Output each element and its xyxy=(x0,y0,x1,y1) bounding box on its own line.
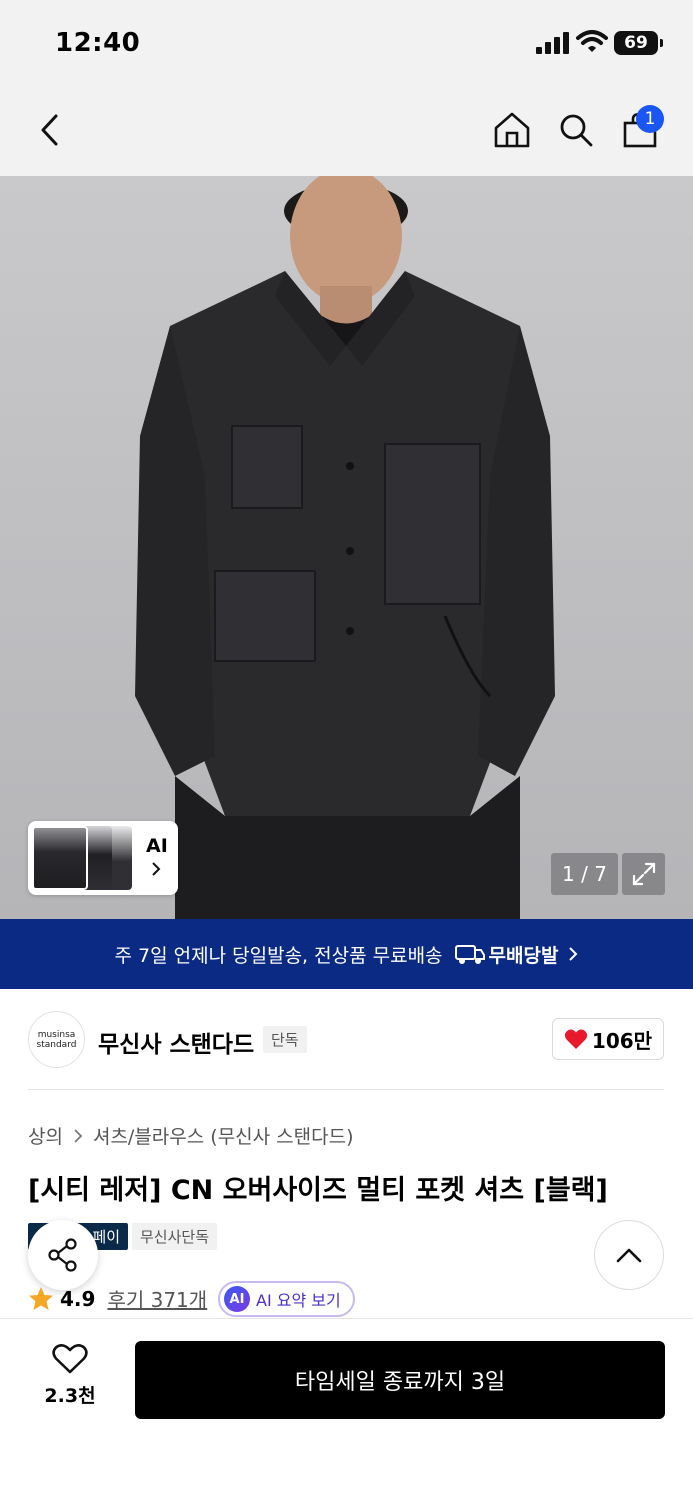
delivery-truck-icon xyxy=(454,945,485,964)
home-button[interactable] xyxy=(490,108,534,152)
chevron-left-icon xyxy=(41,114,58,146)
breadcrumb-item-category[interactable]: 상의 xyxy=(28,1122,63,1149)
reviews-link[interactable]: 후기 371개 xyxy=(107,1284,207,1313)
chevron-up-icon xyxy=(616,1248,642,1263)
delivery-promo-banner[interactable]: 주 7일 언제나 당일발송, 전상품 무료배송 무배당발 xyxy=(0,919,693,989)
bottom-action-bar: 2.3천 타임세일 종료까지 3일 xyxy=(0,1318,693,1500)
product-title: [시티 레저] CN 오버사이즈 멀티 포켓 셔츠 [블랙] xyxy=(28,1175,608,1206)
image-counter: 1 / 7 xyxy=(551,853,618,895)
chevron-right-icon xyxy=(569,947,578,961)
battery-indicator: 69 xyxy=(614,31,663,55)
cart-count-badge: 1 xyxy=(636,105,664,133)
chevron-right-icon xyxy=(152,862,161,876)
brand-like-button[interactable]: 106만 xyxy=(552,1018,664,1060)
breadcrumb-item-subcategory[interactable]: 셔츠/블라우스 (무신사 스탠다드) xyxy=(93,1122,354,1149)
share-icon xyxy=(48,1238,77,1272)
exclusive-badge: 단독 xyxy=(263,1026,307,1053)
ai-badge-icon: AI xyxy=(224,1286,250,1312)
chevron-right-icon xyxy=(74,1128,83,1143)
share-button[interactable] xyxy=(28,1220,98,1290)
rating-score: 4.9 xyxy=(60,1286,96,1311)
wifi-icon xyxy=(576,30,608,52)
fullscreen-button[interactable] xyxy=(622,853,665,895)
rating-row: 4.9 후기 371개 xyxy=(28,1284,207,1313)
scroll-to-top-button[interactable] xyxy=(594,1220,664,1290)
top-nav-bar: 1 xyxy=(0,88,693,176)
search-button[interactable] xyxy=(554,108,598,152)
free-delivery-label: 무배당발 xyxy=(488,944,559,967)
back-button[interactable] xyxy=(30,108,70,152)
star-icon xyxy=(29,1287,53,1310)
free-delivery-logo: 무배당발 xyxy=(454,941,559,968)
musinsa-exclusive-badge: 무신사단독 xyxy=(132,1223,218,1250)
wishlist-button[interactable]: 2.3천 xyxy=(30,1343,110,1413)
heart-filled-icon xyxy=(564,1029,588,1049)
divider xyxy=(28,1089,664,1090)
thumbnail-image xyxy=(32,826,88,890)
product-image-carousel[interactable]: AI 1 / 7 xyxy=(0,176,693,919)
buy-button[interactable]: 타임세일 종료까지 3일 xyxy=(135,1341,665,1419)
breadcrumb: 상의 셔츠/블라우스 (무신사 스탠다드) xyxy=(28,1122,354,1149)
cellular-signal-icon xyxy=(536,32,569,54)
banner-text: 주 7일 언제나 당일발송, 전상품 무료배송 xyxy=(114,944,443,967)
expand-icon xyxy=(632,862,655,886)
ai-similar-items-card[interactable]: AI xyxy=(28,821,178,895)
heart-outline-icon xyxy=(52,1344,88,1374)
ai-summary-label: AI 요약 보기 xyxy=(256,1291,341,1310)
brand-like-count: 106만 xyxy=(591,1028,653,1053)
home-icon xyxy=(494,112,530,148)
search-icon xyxy=(560,114,593,147)
status-bar: 12:40 69 xyxy=(0,0,693,88)
ai-summary-button[interactable]: AI AI 요약 보기 xyxy=(218,1281,355,1317)
brand-logo[interactable]: musinsa standard xyxy=(28,1011,85,1068)
ai-label: AI xyxy=(146,835,168,857)
wishlist-count: 2.3천 xyxy=(44,1385,96,1407)
status-time: 12:40 xyxy=(55,28,141,58)
brand-name[interactable]: 무신사 스탠다드 xyxy=(98,1025,254,1059)
product-photo xyxy=(135,176,555,919)
